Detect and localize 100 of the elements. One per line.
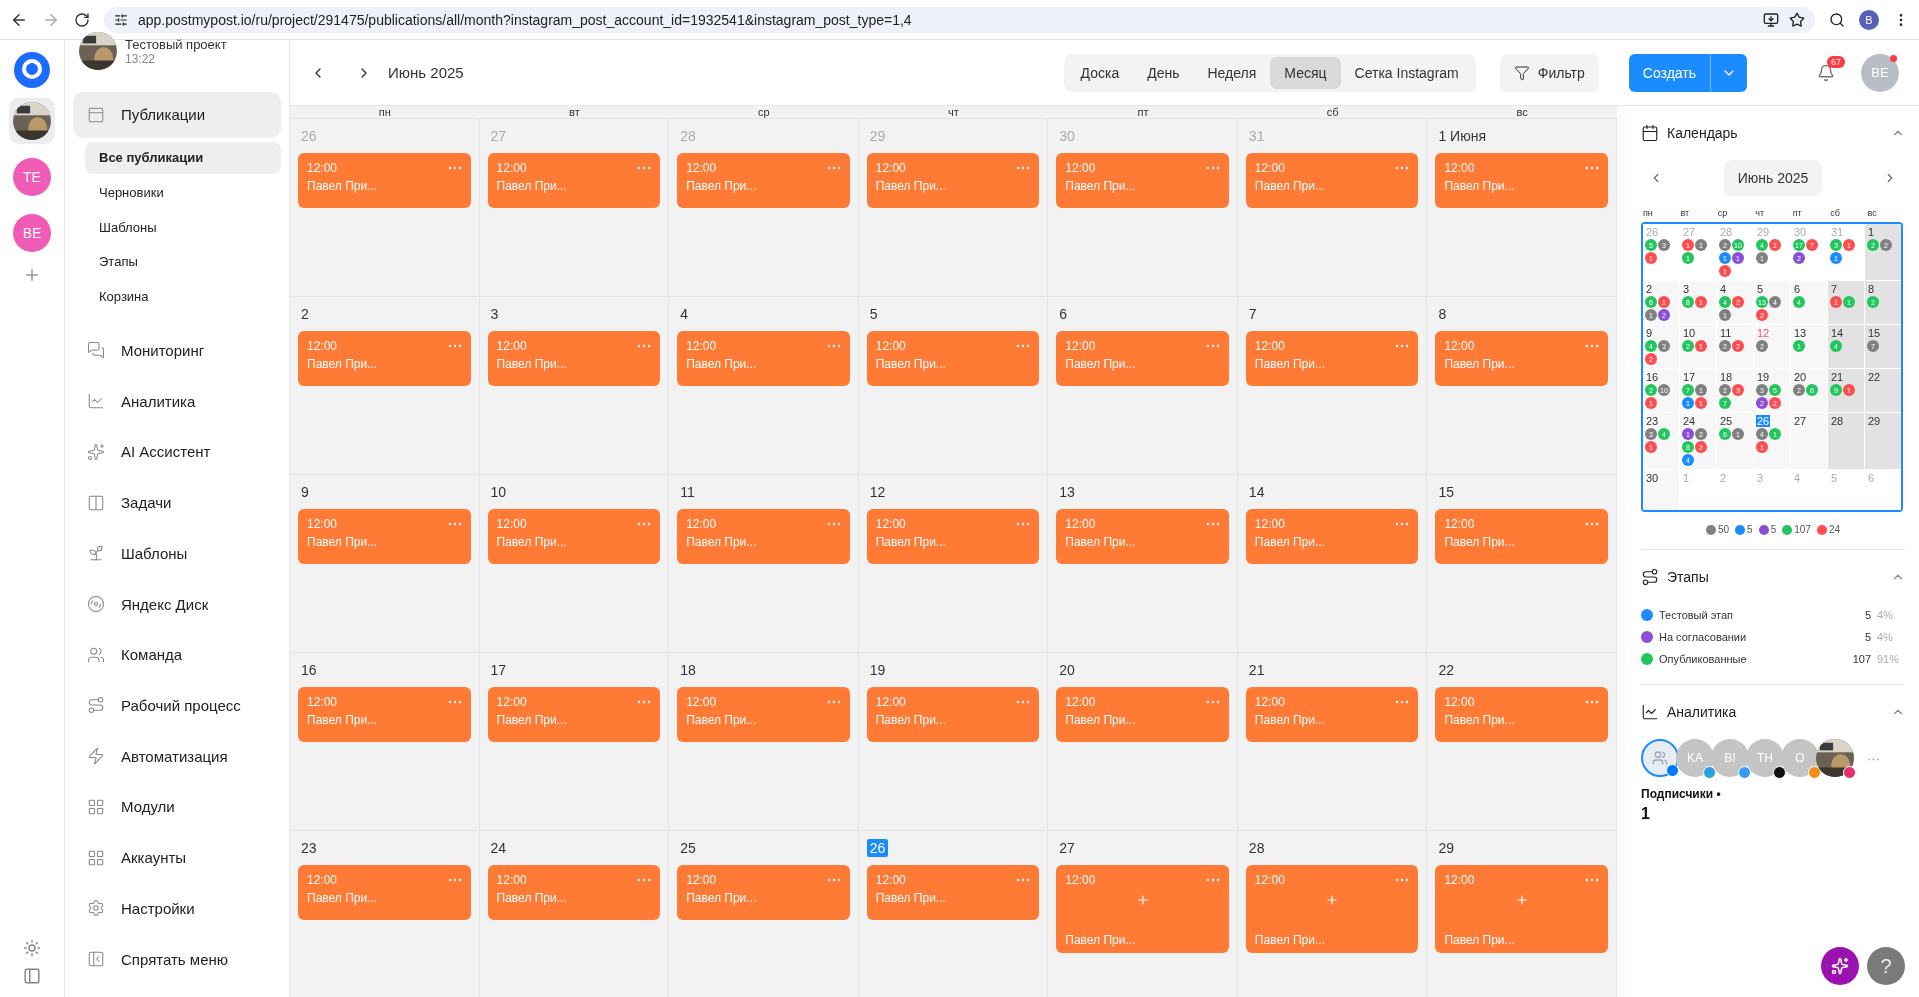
post-card[interactable]: 12:00 Павел При... [677,865,850,920]
view-tab[interactable]: День [1133,56,1194,89]
post-card[interactable]: 12:00 Павел При... [487,331,661,386]
more-button[interactable] [1395,878,1410,882]
post-card[interactable]: 12:00 Павел При... [1245,687,1419,742]
day-cell[interactable]: 30 [1643,470,1679,510]
ai-button[interactable] [1821,947,1859,985]
more-button[interactable] [1016,522,1031,526]
day-cell[interactable]: 27 [1791,413,1827,469]
day-cell[interactable]: 29 [1865,413,1901,469]
account-avatar[interactable] [1816,739,1854,777]
post-card[interactable]: 12:00 Павел При... [487,509,661,564]
more-button[interactable] [1585,700,1599,704]
sidebar-item[interactable]: AI Ассистент [73,431,281,473]
search-icon[interactable] [1829,11,1845,28]
more-button[interactable] [826,878,841,882]
more-button[interactable] [1395,522,1410,526]
more-button[interactable] [1205,700,1220,704]
profile-avatar[interactable]: B [1859,9,1879,30]
more-accounts[interactable]: ··· [1867,750,1880,766]
account-avatar[interactable] [9,98,55,144]
install-icon[interactable] [1763,11,1779,28]
post-card[interactable]: 12:00 Павел При... [866,331,1040,386]
sidebar-item[interactable]: Аналитика [73,380,281,423]
more-button[interactable] [1395,700,1410,704]
post-card[interactable]: 12:00 Павел При... [866,509,1040,564]
post-card[interactable]: 12:00 Павел При... [487,153,661,208]
post-card[interactable]: 12:00 Павел При... [866,865,1040,920]
sidebar-item[interactable]: Спрятать меню [73,938,281,980]
help-button[interactable]: ? [1867,947,1905,985]
post-card[interactable]: 12:00 Павел При... [1056,509,1229,564]
sidebar-item[interactable]: Команда [73,633,281,676]
day-cell[interactable]: 28 [1828,413,1864,469]
more-button[interactable] [1205,878,1220,882]
sidebar-item[interactable]: Задачи [73,481,281,524]
post-card[interactable]: 12:00 Павел При... [1245,865,1419,953]
post-card[interactable]: 12:00 Павел При... [1245,331,1419,386]
add-icon[interactable] [1135,893,1150,907]
add-icon[interactable] [1325,893,1340,907]
sidebar-subitem[interactable]: Черновики [85,176,281,209]
sidebar-subitem[interactable]: Все публикации [85,141,281,174]
post-card[interactable]: 12:00 Павел При... [298,509,471,564]
site-settings-icon[interactable] [114,12,128,27]
view-tab[interactable]: Месяц [1270,56,1341,89]
more-button[interactable] [826,700,841,704]
more-button[interactable] [637,700,652,704]
more-button[interactable] [637,166,652,170]
post-card[interactable]: 12:00 Павел При... [677,153,850,208]
more-button[interactable] [447,344,462,348]
post-card[interactable]: 12:00 Павел При... [1245,153,1419,208]
more-button[interactable] [447,166,462,170]
sidebar-item[interactable]: Настройки [73,887,281,930]
post-card[interactable]: 12:00 Павел При... [487,687,661,742]
more-button[interactable] [1395,344,1410,348]
sidebar-item[interactable]: Мониторинг [73,329,281,372]
post-card[interactable]: 12:00 Павел При... [298,331,471,386]
post-card[interactable]: 12:00 Павел При... [677,687,850,742]
post-card[interactable]: 12:00 Павел При... [1245,509,1419,564]
post-card[interactable]: 12:00 Павел При... [1435,153,1608,208]
post-card[interactable]: 12:00 Павел При... [866,687,1040,742]
sidebar-subitem[interactable]: Этапы [85,246,281,278]
more-button[interactable] [826,522,841,526]
post-card[interactable]: 12:00 Павел При... [866,153,1040,208]
more-button[interactable] [447,700,462,704]
view-tab[interactable]: Неделя [1193,56,1271,89]
sidebar-item[interactable]: Аккаунты [73,836,281,879]
notifications-button[interactable] [1817,63,1835,82]
address-bar[interactable]: app.postmypost.io/ru/project/291475/publications/all/month?instagram_post_account_id=1932541&instagram_post_type=1,4 [104,6,1815,33]
more-button[interactable] [1585,878,1599,882]
sidebar-item[interactable]: Модули [73,786,281,828]
project-avatar[interactable] [79,32,117,70]
post-card[interactable]: 12:00 Павел При... [1435,509,1608,564]
day-cell[interactable]: 22 [1865,369,1901,412]
view-tab[interactable]: Сетка Instagram [1340,56,1473,89]
more-button[interactable] [1016,878,1031,882]
more-button[interactable] [447,522,462,526]
post-card[interactable]: 12:00 Павел При... [298,865,471,920]
theme-icon[interactable] [23,939,41,957]
more-button[interactable] [1205,522,1220,526]
post-card[interactable]: 12:00 Павел При... [1056,153,1229,208]
panel-icon[interactable] [23,967,41,985]
sidebar-item[interactable]: Рабочий процесс [73,684,281,727]
more-button[interactable] [1395,166,1410,170]
more-button[interactable] [826,344,841,348]
more-button[interactable] [637,878,652,882]
month-picker[interactable]: Июнь 2025 [1723,160,1823,196]
sidebar-item[interactable]: Шаблоны [73,532,281,575]
sidebar-subitem[interactable]: Шаблоны [85,211,281,244]
post-card[interactable]: 12:00 Павел При... [487,865,661,920]
more-button[interactable] [826,166,841,170]
post-card[interactable]: 12:00 Павел При... [1435,687,1608,742]
reload-button[interactable] [74,11,90,28]
more-button[interactable] [637,522,652,526]
post-card[interactable]: 12:00 Павел При... [1056,865,1229,953]
post-card[interactable]: 12:00 Павел При... [1435,865,1608,953]
bookmark-icon[interactable] [1789,11,1805,28]
more-button[interactable] [447,878,462,882]
post-card[interactable]: 12:00 Павел При... [1435,331,1608,386]
post-card[interactable]: 12:00 Павел При... [677,509,850,564]
post-card[interactable]: 12:00 Павел При... [677,331,850,386]
